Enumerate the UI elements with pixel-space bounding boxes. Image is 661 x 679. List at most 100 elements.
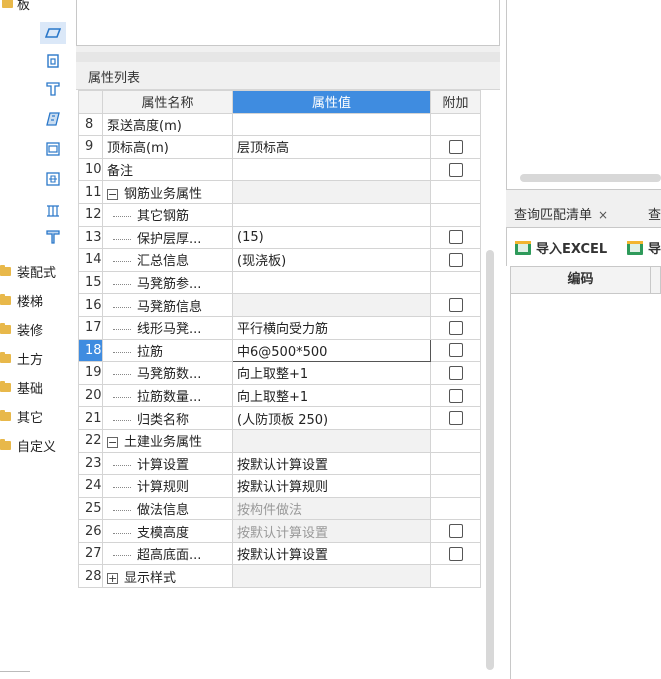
extra-checkbox[interactable] bbox=[448, 343, 463, 358]
extra-checkbox[interactable] bbox=[448, 365, 463, 380]
tree-line bbox=[113, 329, 131, 331]
column-header-value[interactable]: 属性值 bbox=[232, 90, 431, 114]
expand-icon[interactable]: + bbox=[107, 572, 118, 584]
tab-match-list[interactable]: 查询匹配清单 × bbox=[514, 204, 608, 223]
property-row[interactable]: 8 泵送高度(m) bbox=[78, 112, 481, 137]
row-number: 9 bbox=[78, 135, 103, 159]
extra-cell bbox=[430, 383, 481, 408]
property-group-row[interactable]: 22 − 土建业务属性 bbox=[78, 428, 481, 453]
property-value[interactable] bbox=[232, 157, 431, 182]
property-value[interactable] bbox=[232, 270, 431, 295]
property-name-label[interactable]: 其它钢筋 bbox=[137, 209, 189, 224]
property-value[interactable]: 向上取整+1 bbox=[232, 361, 431, 385]
slab-hole-icon[interactable] bbox=[40, 50, 66, 72]
match-list-header: 编码 bbox=[510, 266, 661, 294]
property-value[interactable] bbox=[232, 112, 431, 137]
property-row[interactable]: 25 做法信息 按构件做法 bbox=[78, 496, 481, 521]
property-value[interactable]: 平行横向受力筋 bbox=[232, 315, 431, 340]
vertical-scrollbar-thumb[interactable] bbox=[486, 250, 494, 670]
collapse-icon[interactable]: − bbox=[107, 188, 118, 200]
property-value[interactable]: (15) bbox=[232, 225, 431, 250]
slab-funnel-icon[interactable] bbox=[40, 226, 66, 248]
property-row[interactable]: 23 计算设置 按默认计算设置 bbox=[78, 451, 481, 476]
property-value[interactable]: 按构件做法 bbox=[232, 496, 431, 521]
extra-checkbox[interactable] bbox=[448, 162, 463, 177]
property-value[interactable]: 按默认计算设置 bbox=[232, 541, 431, 566]
tab-label: 查询匹配清单 bbox=[514, 208, 593, 223]
property-row[interactable]: 12 其它钢筋 bbox=[78, 202, 481, 227]
import-other-button[interactable]: 导 bbox=[627, 238, 661, 257]
tree-line bbox=[113, 284, 131, 286]
row-number: 18 bbox=[78, 338, 103, 363]
group-label: 显示样式 bbox=[124, 570, 177, 586]
row-number: 23 bbox=[78, 451, 103, 476]
property-row[interactable]: 26 支模高度 按默认计算设置 bbox=[78, 519, 481, 543]
column-header-name[interactable]: 属性名称 bbox=[102, 90, 233, 114]
close-icon[interactable]: × bbox=[598, 208, 608, 222]
property-row[interactable]: 20 拉筋数量... 向上取整+1 bbox=[78, 383, 481, 408]
property-row[interactable]: 27 超高底面... 按默认计算设置 bbox=[78, 541, 481, 566]
property-value[interactable] bbox=[232, 202, 431, 227]
extra-checkbox[interactable] bbox=[448, 411, 463, 426]
property-value[interactable]: (人防顶板 250) bbox=[232, 406, 431, 430]
property-value[interactable]: 向上取整+1 bbox=[232, 383, 431, 408]
extra-checkbox[interactable] bbox=[448, 546, 463, 561]
extra-checkbox[interactable] bbox=[448, 139, 463, 154]
property-row[interactable]: 10 备注 bbox=[78, 157, 481, 182]
property-name-label: 拉筋数量... bbox=[137, 390, 202, 406]
tree-node-decoration[interactable]: 装修 bbox=[0, 319, 43, 339]
tab-next[interactable]: 查 bbox=[648, 204, 661, 223]
property-row[interactable]: 24 计算规则 按默认计算规则 bbox=[78, 474, 481, 498]
tree-node-other[interactable]: 其它 bbox=[0, 406, 43, 426]
slab-post-icon[interactable] bbox=[40, 168, 66, 190]
property-value[interactable]: (现浇板) bbox=[232, 248, 431, 272]
tree-line bbox=[113, 419, 131, 421]
tree-node-foundation[interactable]: 基础 bbox=[0, 377, 43, 397]
tree-node-prefab[interactable]: 装配式 bbox=[0, 261, 56, 281]
property-row[interactable]: 17 线形马凳... 平行横向受力筋 bbox=[78, 315, 481, 340]
collapse-icon[interactable]: − bbox=[107, 437, 118, 449]
horizontal-scrollbar-thumb[interactable] bbox=[520, 174, 661, 182]
property-row[interactable]: 13 保护层厚... (15) bbox=[78, 225, 481, 250]
property-value[interactable]: 按默认计算规则 bbox=[232, 474, 431, 498]
extra-cell bbox=[430, 293, 481, 317]
property-row[interactable]: 14 汇总信息 (现浇板) bbox=[78, 248, 481, 272]
tree-node-custom[interactable]: 自定义 bbox=[0, 435, 56, 455]
property-value[interactable]: 按默认计算设置 bbox=[232, 451, 431, 476]
tree-node-earthwork[interactable]: 土方 bbox=[0, 348, 43, 368]
property-value[interactable]: 按默认计算设置 bbox=[232, 519, 431, 543]
import-excel-button[interactable]: 导入EXCEL bbox=[515, 238, 607, 257]
tree-node-slab[interactable]: 板 bbox=[2, 0, 31, 13]
property-row[interactable]: 21 归类名称 (人防顶板 250) bbox=[78, 406, 481, 430]
slab-joist-icon[interactable] bbox=[40, 200, 66, 222]
slab-column-cap-icon[interactable] bbox=[40, 138, 66, 160]
property-value[interactable]: 层顶标高 bbox=[232, 135, 431, 159]
property-row[interactable]: 15 马凳筋参... bbox=[78, 270, 481, 295]
extra-checkbox[interactable] bbox=[448, 388, 463, 403]
property-name: 归类名称 bbox=[102, 406, 233, 430]
slab-icon[interactable] bbox=[40, 22, 66, 44]
column-header-extra[interactable]: 附加 bbox=[430, 90, 481, 114]
tree-node-label: 板 bbox=[17, 0, 31, 13]
property-row[interactable]: 16 马凳筋信息 bbox=[78, 293, 481, 317]
extra-checkbox[interactable] bbox=[448, 320, 463, 335]
property-row[interactable]: 9 顶标高(m) 层顶标高 bbox=[78, 135, 481, 159]
slab-belt-icon[interactable] bbox=[40, 108, 66, 130]
extra-cell bbox=[430, 135, 481, 159]
property-group-row[interactable]: 11 − 钢筋业务属性 bbox=[78, 180, 481, 204]
property-name-label: 马凳筋数... bbox=[137, 367, 202, 383]
column-header-code[interactable]: 编码 bbox=[511, 267, 651, 293]
extra-checkbox[interactable] bbox=[448, 298, 463, 313]
property-row-selected[interactable]: 18 拉筋 中6@500*500 bbox=[78, 338, 481, 363]
extra-checkbox[interactable] bbox=[448, 230, 463, 245]
property-value[interactable] bbox=[232, 293, 431, 317]
property-name: 泵送高度(m) bbox=[102, 112, 233, 137]
slab-beam-icon[interactable] bbox=[40, 78, 66, 100]
property-group-row[interactable]: 28 + 显示样式 bbox=[78, 564, 481, 589]
extra-checkbox[interactable] bbox=[448, 524, 463, 539]
tree-node-stairs[interactable]: 楼梯 bbox=[0, 290, 43, 310]
property-row[interactable]: 19 马凳筋数... 向上取整+1 bbox=[78, 361, 481, 385]
property-name: 马凳筋参... bbox=[102, 270, 233, 295]
extra-checkbox[interactable] bbox=[448, 252, 463, 267]
property-value-editor[interactable]: 中6@500*500 bbox=[232, 338, 431, 363]
